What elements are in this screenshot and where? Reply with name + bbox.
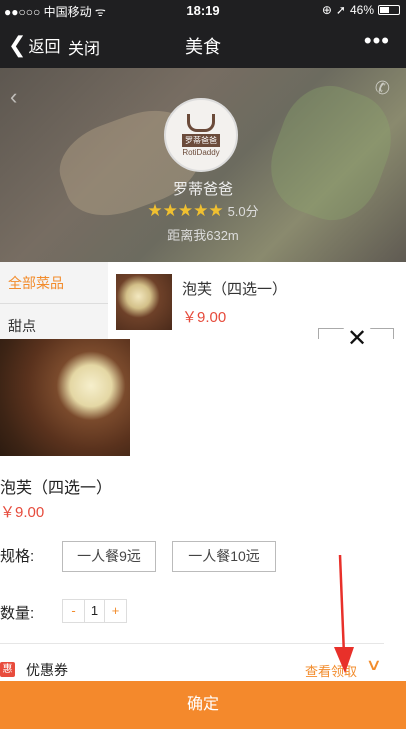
quantity-value[interactable]: 1 (84, 600, 105, 622)
nav-bar: ❮ 返回 关闭 美食 ••• (0, 22, 406, 66)
quantity-stepper: - 1 + (62, 599, 127, 623)
store-logo: 罗蒂爸爸 RotiDaddy (164, 98, 238, 172)
store-rating: ★★★★★ 5.0分 (0, 201, 406, 221)
spec-option-1[interactable]: 一人餐9远 (62, 541, 156, 572)
product-name: 泡芙（四选一） (0, 480, 113, 497)
battery-percent: 46% (349, 3, 374, 17)
page-title: 美食 (185, 37, 221, 57)
pot-icon (187, 113, 215, 132)
dish-price: ￥9.00 (182, 309, 227, 326)
category-all[interactable]: 全部菜品 (0, 262, 108, 304)
location-arrow-icon: ➚ (335, 3, 346, 17)
dish-thumbnail (116, 274, 172, 330)
chevron-left-icon[interactable]: ‹ (10, 84, 17, 110)
close-icon[interactable]: ✕ (340, 322, 374, 356)
status-bar: ●●○○○ 中国移动 ᯤ 18:19 ⊕ ➚ 46% (0, 0, 406, 20)
rating-score: 5.0分 (227, 204, 259, 219)
store-distance: 距离我632m (167, 228, 239, 243)
top-bar: ●●○○○ 中国移动 ᯤ 18:19 ⊕ ➚ 46% ❮ 返回 关闭 美食 ••… (0, 0, 406, 68)
status-right: ⊕ ➚ 46% (322, 3, 400, 17)
phone-icon[interactable]: ✆ (375, 78, 390, 99)
spec-option-2[interactable]: 一人餐10远 (172, 541, 276, 572)
coupon-label: 优惠券 (26, 662, 68, 678)
product-image (0, 339, 130, 456)
logo-text-en: RotiDaddy (182, 147, 220, 157)
store-hero: ‹ ✆ 罗蒂爸爸 RotiDaddy 罗蒂爸爸 ★★★★★ 5.0分 距离我632… (0, 68, 406, 262)
screen: ●●○○○ 中国移动 ᯤ 18:19 ⊕ ➚ 46% ❮ 返回 关闭 美食 ••… (0, 0, 406, 729)
annotation-arrow-icon (334, 555, 354, 673)
confirm-button[interactable]: 确定 (0, 681, 406, 729)
logo-text-cn: 罗蒂爸爸 (182, 133, 220, 147)
more-button[interactable]: ••• (364, 28, 390, 54)
product-price: ￥9.00 (0, 504, 45, 521)
decrement-button[interactable]: - (63, 600, 84, 622)
lock-rotation-icon: ⊕ (321, 3, 332, 17)
coupon-badge-icon: 惠 (0, 662, 15, 677)
battery-icon (378, 5, 400, 15)
quantity-label: 数量: (0, 605, 35, 622)
chevron-down-icon[interactable]: ∨ (366, 655, 382, 675)
dish-name: 泡芙（四选一） (182, 281, 288, 298)
star-rating-icon: ★★★★★ (147, 201, 224, 220)
spec-label: 规格: (0, 548, 35, 565)
increment-button[interactable]: + (105, 600, 126, 622)
store-name: 罗蒂爸爸 (172, 181, 233, 198)
